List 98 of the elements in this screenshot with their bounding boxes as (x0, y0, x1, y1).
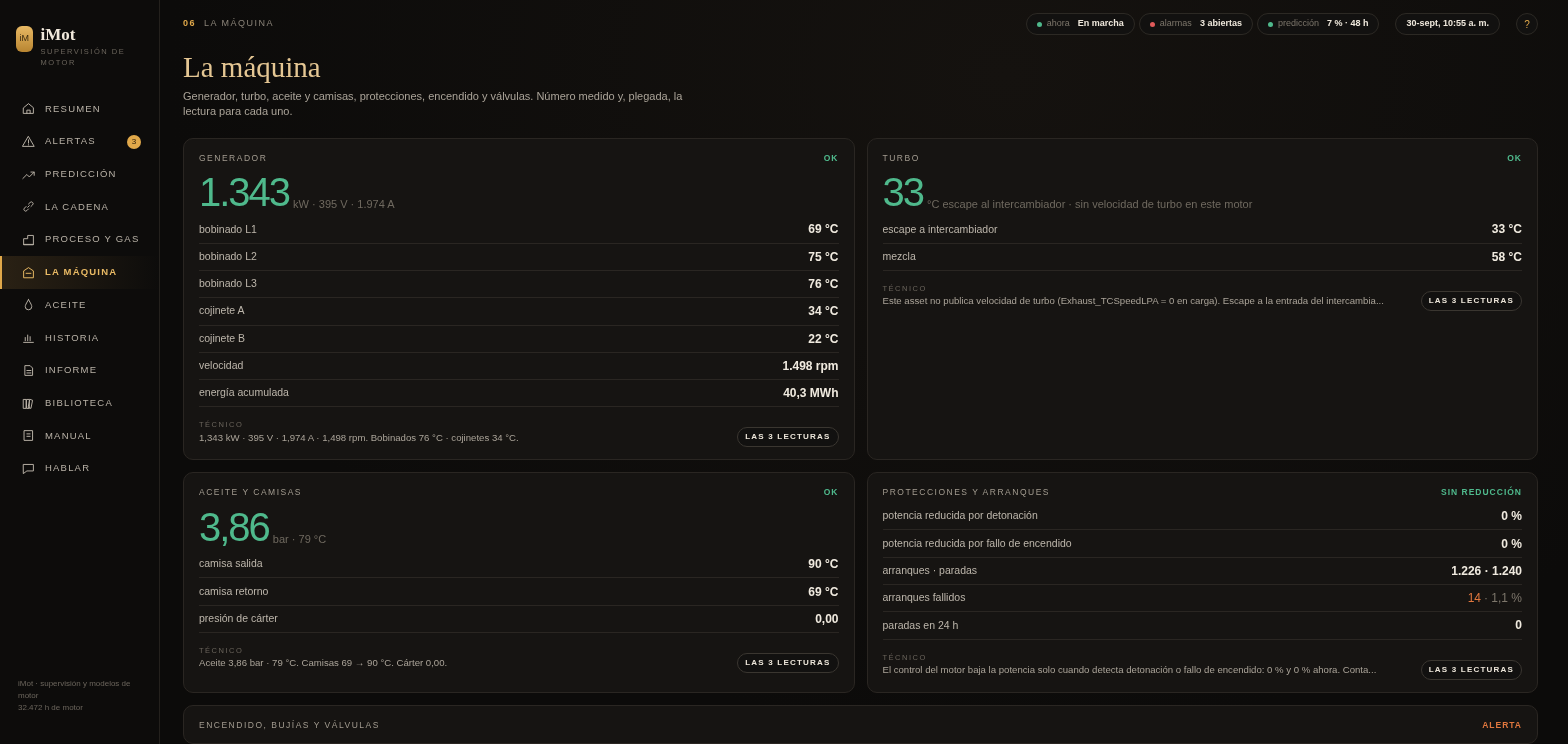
big-reading: 1.343 (199, 172, 290, 213)
row-label: potencia reducida por fallo de encendido (882, 535, 1072, 551)
nav-item[interactable]: RESUMEN (0, 92, 159, 126)
warning-value: 14 (1467, 591, 1481, 606)
card-title: ACEITE Y CAMISAS (199, 486, 303, 500)
breadcrumb-number: 06 (183, 18, 196, 29)
nav-item[interactable]: INFORME (0, 354, 159, 387)
status-text: OK (1507, 151, 1522, 165)
row-value: 69 °C (808, 221, 839, 239)
page-title: La máquina (183, 50, 322, 85)
row-label: escape a intercambiador (882, 221, 998, 237)
row-label: mezcla (882, 248, 916, 264)
reading-unit: kW · 395 V · 1.974 A (293, 196, 395, 212)
status-value: 7 % · 48 h (1326, 17, 1369, 31)
readings-button[interactable]: LAS 3 LECTURAS (1420, 659, 1522, 680)
datetime-pill: 30-sept, 10:55 a. m. (1395, 13, 1500, 35)
document-icon (22, 363, 35, 377)
row-value: 75 °C (808, 248, 839, 266)
big-reading: 3,86 (199, 507, 269, 548)
technical-note: El control del motor baja la potencia solo cuando detecta detonación o fallo de encendido: 0 % y 0 % ahora. Conta... (882, 662, 1378, 677)
row-label: cojinete A (199, 303, 245, 319)
row-label: cojinete B (199, 330, 246, 346)
row-label: potencia reducida por detonación (882, 508, 1038, 524)
drop-icon (22, 298, 35, 312)
readings-button[interactable]: LAS 3 LECTURAS (737, 427, 839, 448)
nav-item[interactable]: ACEITE (0, 288, 159, 322)
row-label: presión de cárter (199, 611, 278, 626)
nav-item[interactable]: HISTORIA (0, 321, 159, 354)
count-badge: 3 (127, 134, 141, 149)
status-label: alarmas (1159, 17, 1192, 31)
row-value: 22 °C (808, 330, 839, 348)
technical-note: Aceite 3,86 bar · 79 °C. Camisas 69 → 90 °C. Cárter 0,00. (199, 656, 449, 671)
status-label: ahora (1046, 17, 1070, 31)
row-label: bobinado L1 (199, 221, 257, 237)
status-label: predicción (1277, 17, 1319, 31)
status-value: En marcha (1077, 17, 1124, 31)
status-text: SIN REDUCCIÓN (1441, 486, 1522, 500)
link-icon (22, 200, 35, 214)
nav-item[interactable]: PREDICCIÓN (0, 157, 159, 191)
status-text: OK (823, 486, 839, 500)
warning-icon (22, 135, 35, 149)
home-icon (22, 102, 35, 116)
breadcrumb-label: LA MÁQUINA (204, 18, 275, 29)
manual-icon (22, 429, 35, 443)
row-value: 0,00 (815, 610, 839, 628)
row-label: bobinado L3 (199, 276, 257, 292)
row-value: 58 °C (1491, 248, 1522, 266)
card-title: GENERADOR (199, 151, 268, 165)
status-value: 3 abiertas (1199, 17, 1242, 31)
help-button[interactable]: ? (1516, 13, 1538, 35)
nav-item[interactable]: ALERTAS 3 (0, 125, 159, 158)
nav-item[interactable]: HABLAR (0, 452, 159, 485)
row-label: arranques · paradas (882, 563, 978, 578)
chat-icon (22, 461, 35, 475)
readings-button[interactable]: LAS 3 LECTURAS (737, 653, 839, 674)
app-name: iMot (40, 26, 77, 43)
nav-item[interactable]: LA CADENA (0, 190, 159, 224)
row-label: bobinado L2 (199, 248, 257, 264)
nav-item[interactable]: PROCESO Y GAS (0, 223, 159, 256)
readings-button[interactable]: LAS 3 LECTURAS (1420, 290, 1522, 311)
card-title: ENCENDIDO, BUJÍAS Y VÁLVULAS (199, 718, 380, 732)
technical-note: 1,343 kW · 395 V · 1,974 A · 1,498 rpm. Bobinados 76 °C · cojinetes 34 °C. (199, 430, 520, 445)
row-value: 1.226 · 1.240 (1451, 562, 1522, 580)
row-value: 40,3 MWh (783, 385, 839, 403)
row-label: energía acumulada (199, 385, 289, 401)
row-label: velocidad (199, 358, 244, 374)
row-label: camisa retorno (199, 583, 269, 599)
row-label: arranques fallidos (882, 590, 966, 606)
bar-chart-icon (22, 331, 35, 345)
row-value: 0 (1515, 617, 1522, 635)
building-icon (22, 233, 35, 247)
footer-text: iMot · supervisión y modelos de motor (18, 678, 132, 702)
card-title: TURBO (882, 151, 920, 165)
row-value: 69 °C (808, 583, 839, 601)
row-value: 90 °C (808, 556, 839, 574)
footer-text: 32.472 h de motor (18, 702, 84, 714)
reading-unit: °C escape al intercambiador · sin velocidad de turbo en este motor (927, 196, 1253, 212)
books-icon (22, 396, 35, 410)
status-text: OK (823, 151, 839, 165)
card-title: PROTECCIONES Y ARRANQUES (882, 486, 1050, 500)
nav-item[interactable]: MANUAL (0, 419, 159, 453)
page-description: Generador, turbo, aceite y camisas, protecciones, encendido y válvulas. Número medido y, plegada, la lectura para cada uno. (183, 88, 684, 120)
row-value: 0 % (1501, 508, 1522, 526)
row-value: 34 °C (808, 303, 839, 321)
technical-note: Este asset no publica velocidad de turbo (Exhaust_TCSpeedLPA = 0 en carga). Escape a la entrada del intercambia... (882, 294, 1385, 309)
nav-item[interactable]: BIBLIOTECA (0, 386, 159, 420)
reading-unit: bar · 79 °C (272, 531, 327, 547)
row-value: 76 °C (808, 276, 839, 294)
row-value: 0 % (1501, 535, 1522, 553)
row-value: · 1,1 % (1484, 591, 1522, 606)
row-label: camisa salida (199, 556, 263, 572)
status-text: ALERTA (1482, 718, 1522, 732)
row-value: 33 °C (1491, 221, 1522, 239)
row-label: paradas en 24 h (882, 617, 959, 633)
machine-icon (22, 265, 35, 279)
row-value: 1.498 rpm (782, 357, 839, 375)
app-logo: iM (16, 26, 33, 52)
big-reading: 33 (882, 172, 923, 213)
